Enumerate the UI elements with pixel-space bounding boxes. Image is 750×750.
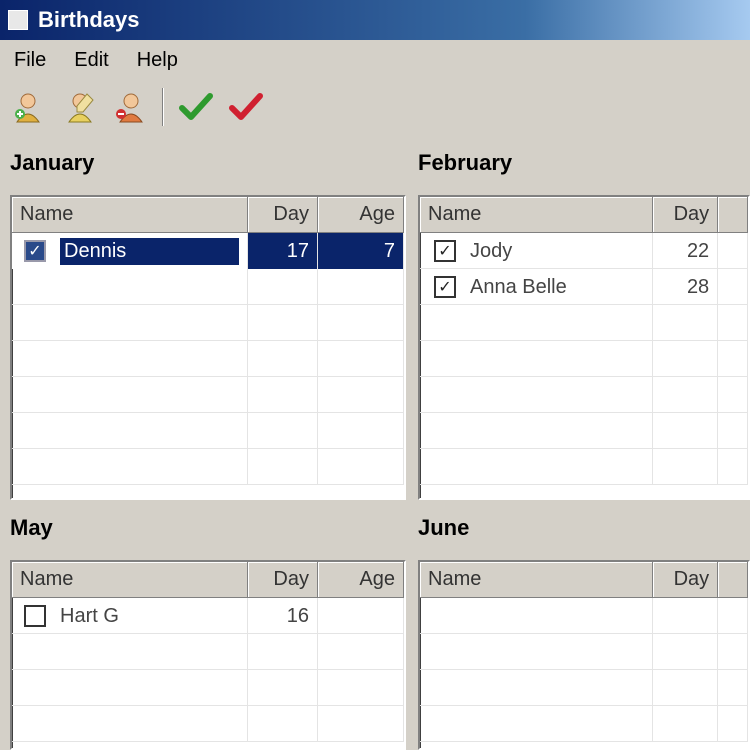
add-person-icon [15,93,40,123]
column-header-day[interactable]: Day [248,197,318,233]
listview-january[interactable]: Name Day Age ✓ Dennis 17 7 [10,195,406,500]
delete-person-icon [116,93,143,123]
listview-june[interactable]: Name Day [418,560,750,750]
row-name: Jody [470,239,513,262]
window-title: Birthdays [38,7,140,32]
table-row[interactable]: Hart G 16 [12,598,404,634]
listview-header: Name Day Age [12,562,404,598]
month-title-june: June [418,515,470,540]
title-bar: Birthdays [0,0,750,40]
add-person-button[interactable] [8,85,52,129]
menu-help[interactable]: Help [137,49,178,72]
menu-file[interactable]: File [14,49,46,72]
red-check-icon [229,93,263,120]
row-age: 7 [318,233,404,269]
row-checkbox[interactable] [24,605,46,627]
month-title-february: February [418,150,513,175]
month-title-may: May [10,515,53,540]
column-header-name[interactable]: Name [420,562,653,598]
listview-may[interactable]: Name Day Age Hart G 16 [10,560,406,750]
column-header-day[interactable]: Day [248,562,318,598]
column-header-age[interactable]: Age [318,197,404,233]
column-header-name[interactable]: Name [420,197,653,233]
listview-header: Name Day [420,197,748,233]
row-checkbox[interactable]: ✓ [24,240,46,262]
green-check-icon [179,93,213,120]
row-day: 28 [653,269,719,305]
column-header-age[interactable] [718,197,748,233]
table-row[interactable]: ✓ Anna Belle 28 [420,269,748,305]
listview-february[interactable]: Name Day ✓ Jody 22 ✓ Anna Belle 28 [418,195,750,500]
table-row[interactable]: ✓ Dennis 17 7 [12,233,404,269]
edit-person-button[interactable] [58,85,102,129]
row-name: Hart G [60,604,119,627]
column-header-day[interactable]: Day [652,197,719,233]
app-icon [8,10,28,30]
mark-done-button[interactable] [174,85,218,129]
column-header-age[interactable] [718,562,748,598]
listview-header: Name Day Age [12,197,404,233]
row-day: 16 [248,598,318,634]
column-header-age[interactable]: Age [318,562,404,598]
menu-edit[interactable]: Edit [74,49,108,72]
table-row[interactable]: ✓ Jody 22 [420,233,748,269]
row-checkbox[interactable]: ✓ [434,276,456,298]
row-checkbox[interactable]: ✓ [434,240,456,262]
row-day: 22 [653,233,719,269]
column-header-name[interactable]: Name [12,197,248,233]
mark-undone-button[interactable] [224,85,268,129]
toolbar [0,82,750,132]
row-day: 17 [248,233,318,269]
column-header-day[interactable]: Day [652,562,719,598]
column-header-name[interactable]: Name [12,562,248,598]
row-name: Dennis [60,237,239,265]
toolbar-separator [162,88,164,126]
row-age [318,598,404,634]
menu-bar: File Edit Help [0,44,750,76]
delete-person-button[interactable] [108,85,152,129]
month-title-january: January [10,150,95,175]
row-name: Anna Belle [470,275,567,298]
listview-header: Name Day [420,562,748,598]
edit-person-icon [68,93,94,123]
